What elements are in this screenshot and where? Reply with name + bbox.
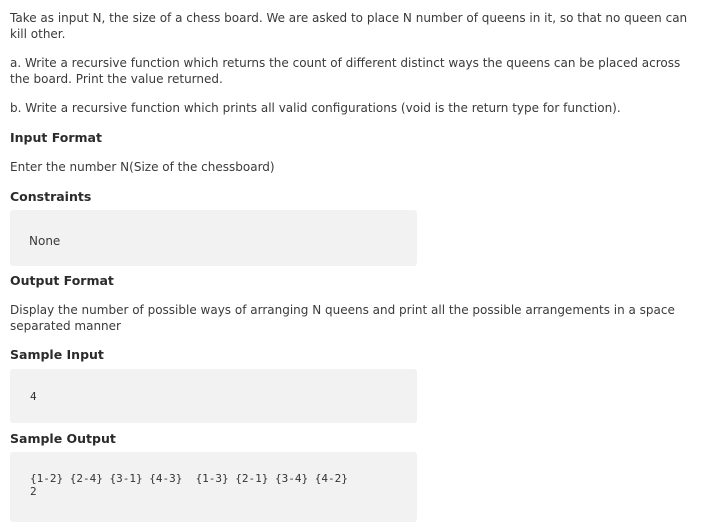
output-format-text: Display the number of possible ways of a… [10, 303, 675, 333]
constraints-box: None [10, 210, 417, 266]
sample-output-line-2: 2 [30, 485, 37, 498]
output-format-heading: Output Format [10, 273, 114, 288]
constraints-text: None [29, 234, 61, 248]
input-format-heading: Input Format [10, 130, 102, 145]
sample-input-value: 4 [30, 390, 37, 403]
problem-statement-page: Take as input N, the size of a chess boa… [0, 0, 712, 522]
sample-output-box: {1-2} {2-4} {3-1} {4-3} {1-3} {2-1} {3-4… [10, 452, 417, 522]
sample-output-heading: Sample Output [10, 431, 116, 446]
input-format-text: Enter the number N(Size of the chessboar… [10, 160, 275, 174]
sample-output-line-1: {1-2} {2-4} {3-1} {4-3} {1-3} {2-1} {3-4… [30, 472, 348, 485]
problem-part-a: a. Write a recursive function which retu… [10, 56, 681, 86]
problem-intro: Take as input N, the size of a chess boa… [10, 11, 688, 41]
problem-part-b: b. Write a recursive function which prin… [10, 101, 621, 115]
sample-input-heading: Sample Input [10, 347, 104, 362]
sample-input-box: 4 [10, 369, 417, 423]
constraints-heading: Constraints [10, 189, 92, 204]
